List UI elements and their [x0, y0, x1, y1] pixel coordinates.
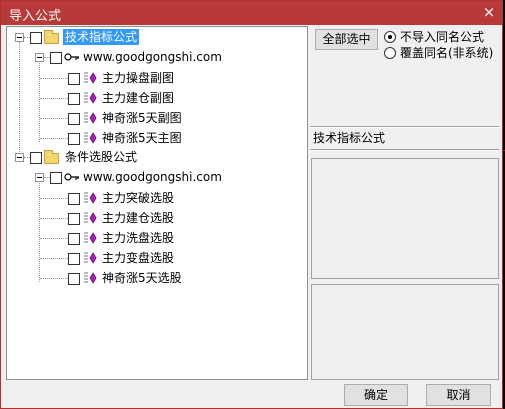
separator — [310, 149, 499, 151]
tree-leaf-label: 主力操盘副图 — [102, 71, 175, 85]
checkbox-site-1[interactable] — [50, 52, 62, 64]
formula-icon — [84, 112, 97, 124]
close-button[interactable]: × — [480, 4, 498, 20]
tree-leaf-label: 主力建仓副图 — [102, 91, 175, 105]
select-all-button[interactable]: 全部选中 — [315, 29, 378, 50]
description-panel-secondary — [311, 284, 499, 380]
folder-icon — [44, 30, 59, 44]
leaf-checkbox[interactable] — [68, 113, 80, 125]
tree-leaf-label: 神奇涨5天副图 — [102, 111, 182, 125]
tree-guide-line — [40, 238, 68, 239]
formula-icon — [84, 92, 97, 104]
formula-icon — [84, 272, 97, 284]
key-icon — [64, 173, 79, 181]
tree-guide-line — [39, 63, 40, 142]
expander-site-1[interactable] — [35, 53, 44, 62]
expander-site-2[interactable] — [35, 173, 44, 182]
formula-icon — [84, 232, 97, 244]
tree-guide-line — [19, 42, 20, 160]
leaf-checkbox[interactable] — [68, 253, 80, 265]
tree-guide-line — [40, 218, 68, 219]
tree-group-label[interactable]: 条件选股公式 — [63, 149, 139, 165]
leaf-checkbox[interactable] — [68, 133, 80, 145]
tree-guide-line — [40, 78, 68, 79]
tree-site-label[interactable]: www.goodgongshi.com — [81, 49, 224, 65]
radio-overwrite-duplicates[interactable] — [384, 47, 396, 59]
separator — [310, 126, 499, 128]
tree-leaf-label: 主力突破选股 — [102, 191, 175, 205]
tree-guide-line — [40, 258, 68, 259]
description-title: 技术指标公式 — [313, 131, 386, 145]
leaf-checkbox[interactable] — [68, 73, 80, 85]
title-bar[interactable]: 导入公式 × — [1, 1, 502, 25]
formula-icon — [84, 252, 97, 264]
window-title: 导入公式 — [9, 9, 62, 24]
formula-icon — [84, 132, 97, 144]
key-icon — [64, 53, 79, 61]
cancel-button[interactable]: 取消 — [426, 384, 491, 406]
tree-leaf-label: 神奇涨5天选股 — [102, 271, 182, 285]
leaf-checkbox[interactable] — [68, 93, 80, 105]
leaf-checkbox[interactable] — [68, 233, 80, 245]
formula-icon — [84, 212, 97, 224]
tree-guide-line — [40, 98, 68, 99]
checkbox-group-2[interactable] — [30, 152, 42, 164]
tree-guide-line — [40, 278, 68, 279]
folder-icon — [44, 150, 59, 164]
leaf-checkbox[interactable] — [68, 213, 80, 225]
tree-leaf-label: 主力建仓选股 — [102, 211, 175, 225]
tree-guide-line — [40, 118, 68, 119]
tree-leaf-label: 神奇涨5天主图 — [102, 131, 182, 145]
tree-guide-line — [40, 138, 68, 139]
formula-icon — [84, 72, 97, 84]
expander-group-2[interactable] — [15, 153, 24, 162]
tree-leaf-label: 主力变盘选股 — [102, 251, 175, 265]
expander-group-1[interactable] — [15, 33, 24, 42]
radio-skip-duplicates-label: 不导入同名公式 — [400, 30, 485, 44]
radio-overwrite-duplicates-label: 覆盖同名(非系统) — [400, 46, 494, 60]
description-panel — [311, 158, 499, 279]
leaf-checkbox[interactable] — [68, 193, 80, 205]
import-formula-dialog: 导入公式 × 技术指标公式 www.goodgongshi.com 主力操盘副图 — [0, 0, 503, 409]
tree-guide-line — [40, 198, 68, 199]
ok-button[interactable]: 确定 — [344, 384, 408, 406]
tree-group-label[interactable]: 技术指标公式 — [63, 29, 140, 45]
formula-icon — [84, 192, 97, 204]
checkbox-site-2[interactable] — [50, 172, 62, 184]
tree-site-label[interactable]: www.goodgongshi.com — [81, 169, 224, 185]
leaf-checkbox[interactable] — [68, 273, 80, 285]
tree-leaf-label: 主力洗盘选股 — [102, 231, 175, 245]
checkbox-group-1[interactable] — [30, 32, 42, 44]
formula-tree[interactable]: 技术指标公式 www.goodgongshi.com 主力操盘副图 主力建仓副图… — [6, 26, 308, 380]
radio-skip-duplicates[interactable] — [384, 31, 396, 43]
